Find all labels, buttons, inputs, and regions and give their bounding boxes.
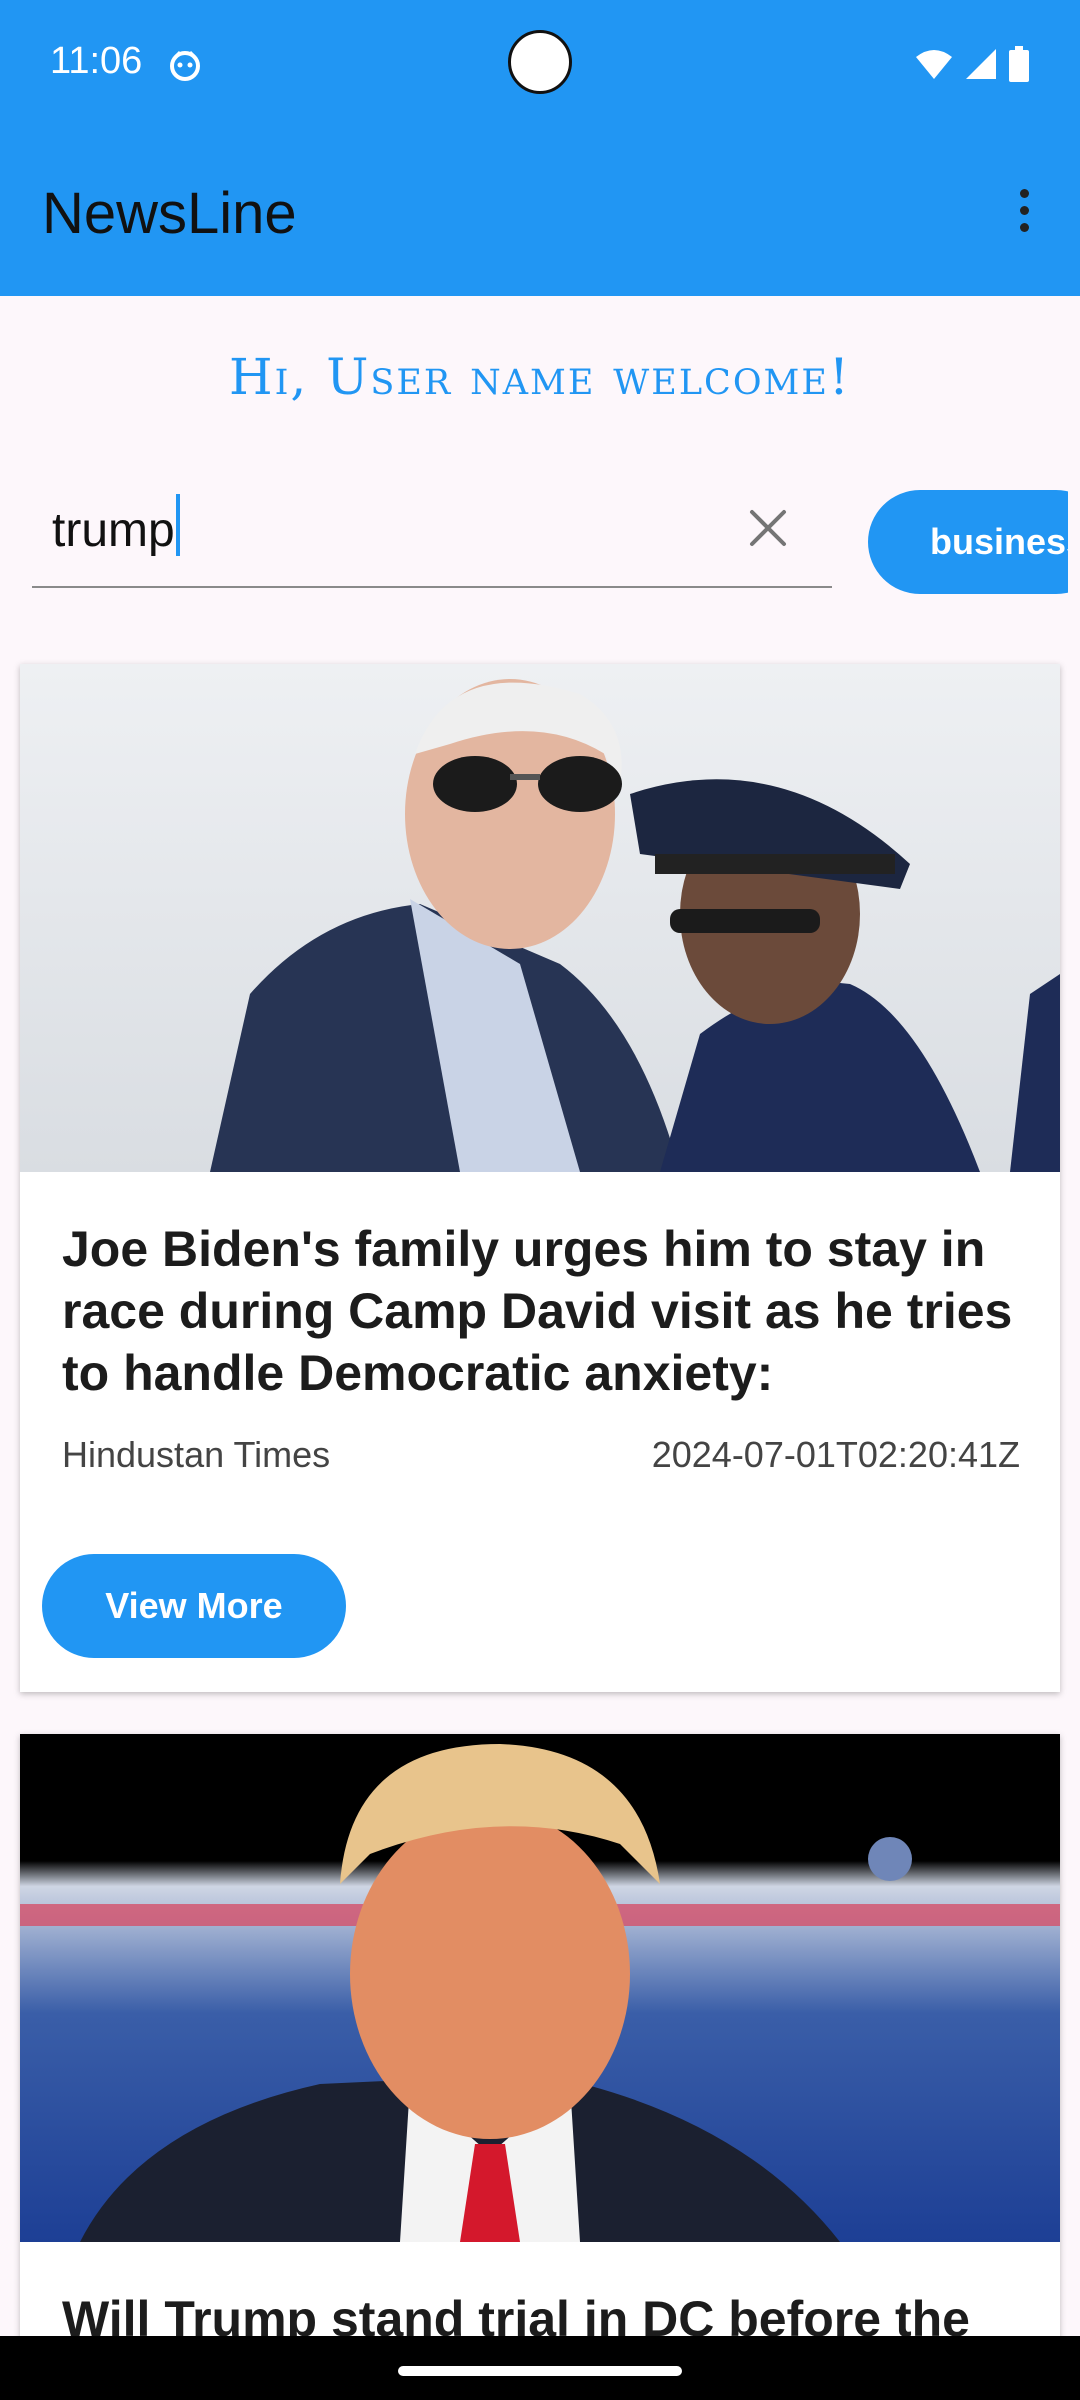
- view-more-button[interactable]: View More: [42, 1554, 346, 1658]
- wifi-icon: [916, 50, 952, 79]
- article-title: Joe Biden's family urges him to stay in …: [62, 1221, 1013, 1401]
- text-cursor: [176, 494, 180, 556]
- camera-cutout: [508, 30, 572, 94]
- search-input[interactable]: [52, 490, 732, 570]
- search-field: [32, 480, 832, 588]
- article-image[interactable]: [20, 664, 1060, 1172]
- overflow-menu-icon[interactable]: [1000, 180, 1048, 240]
- signal-icon: [966, 49, 996, 79]
- news-card: Joe Biden's family urges him to stay in …: [20, 664, 1060, 1692]
- article-date: 2024-07-01T02:20:41Z: [651, 1434, 1020, 1475]
- home-gesture-handle[interactable]: [398, 2366, 682, 2376]
- close-icon[interactable]: [742, 502, 794, 554]
- category-chip-business[interactable]: business: [868, 490, 1068, 594]
- article-image[interactable]: [20, 1734, 1060, 2242]
- news-card: Will Trump stand trial in DC before the: [20, 1734, 1060, 2400]
- welcome-text: Hi, User name welcome!: [228, 348, 852, 406]
- app-bar: 11:06 NewsLine: [0, 0, 1080, 296]
- article-source: Hindustan Times: [62, 1434, 331, 1475]
- battery-icon: [1009, 46, 1029, 82]
- app-notification-icon: [170, 50, 200, 81]
- app-title: NewsLine: [42, 181, 297, 246]
- status-icons: [914, 46, 1030, 82]
- system-navigation-bar: [0, 2336, 1080, 2400]
- status-time: 11:06: [50, 40, 143, 82]
